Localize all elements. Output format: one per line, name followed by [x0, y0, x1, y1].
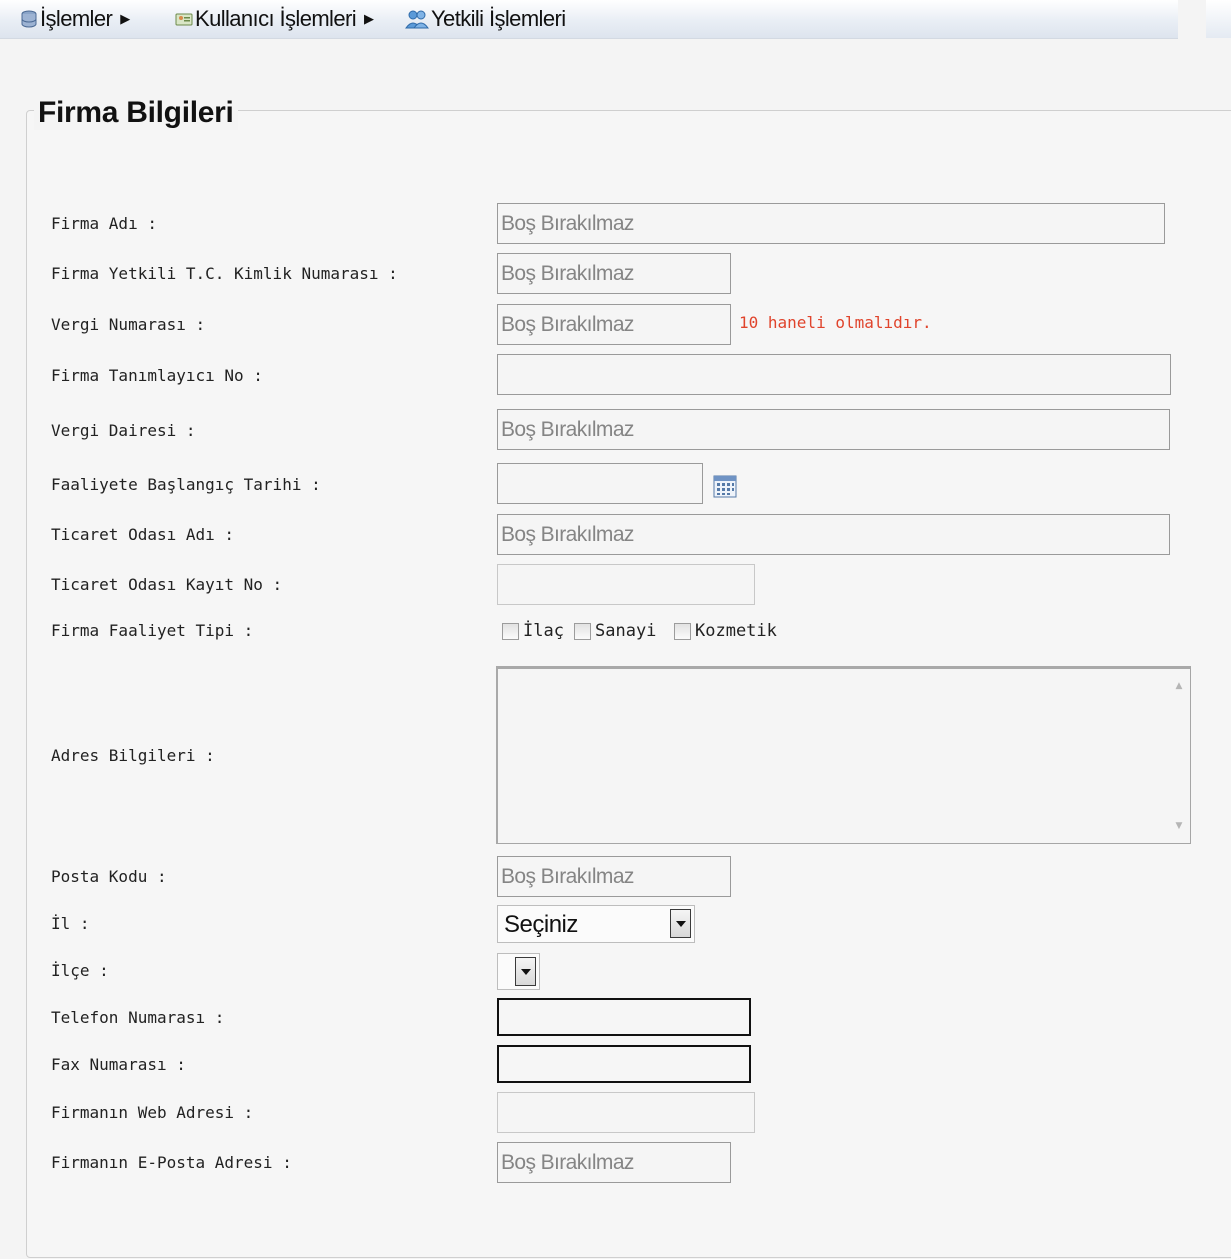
checkbox-sanayi[interactable]: Sanayi [574, 621, 656, 641]
label-firma-adi: Firma Adı : [51, 214, 157, 233]
label-ilce: İlçe : [51, 961, 109, 980]
label-posta-kodu: Posta Kodu : [51, 867, 167, 886]
users-card-icon [175, 13, 193, 26]
tc-kimlik-input[interactable] [497, 253, 731, 294]
label-ticaret-odasi: Ticaret Odası Adı : [51, 525, 235, 544]
eposta-input[interactable] [497, 1142, 731, 1183]
label-telefon: Telefon Numarası : [51, 1008, 225, 1027]
il-select[interactable]: Seçiniz [497, 905, 695, 943]
label-il: İl : [51, 914, 90, 933]
vergi-dairesi-input[interactable] [497, 409, 1170, 450]
checkbox-ilac[interactable]: İlaç [502, 621, 564, 641]
menu-item-kullanici-islemleri[interactable]: Kullanıcı İşlemleri ▶ [175, 6, 374, 32]
caret-right-icon: ▶ [364, 11, 374, 26]
label-web: Firmanın Web Adresi : [51, 1103, 254, 1122]
menu-item-label: İşlemler [40, 6, 113, 31]
label-faaliyet-tipi: Firma Faaliyet Tipi : [51, 621, 254, 640]
checkbox[interactable] [674, 622, 691, 640]
menu-item-label: Yetkili İşlemleri [431, 6, 566, 31]
oda-kayit-no-input[interactable] [497, 564, 755, 605]
posta-kodu-input[interactable] [497, 856, 731, 897]
vergi-no-input[interactable] [497, 304, 731, 345]
label-eposta: Firmanın E-Posta Adresi : [51, 1153, 292, 1172]
label-oda-kayit-no: Ticaret Odası Kayıt No : [51, 575, 283, 594]
telefon-input[interactable] [497, 998, 751, 1036]
label-tc-kimlik: Firma Yetkili T.C. Kimlik Numarası : [51, 264, 398, 283]
tanimlayici-no-input[interactable] [497, 354, 1171, 395]
ilce-select[interactable] [497, 953, 540, 990]
people-icon [405, 10, 429, 29]
checkbox-label: Sanayi [595, 621, 657, 641]
chevron-down-icon[interactable] [515, 957, 536, 986]
scroll-down-arrow-icon[interactable]: ▼ [1172, 819, 1186, 833]
label-vergi-dairesi: Vergi Dairesi : [51, 421, 196, 440]
web-adresi-input[interactable] [497, 1092, 755, 1133]
checkbox[interactable] [502, 622, 519, 640]
adres-textarea[interactable]: ▲ ▼ [496, 666, 1191, 844]
calendar-icon[interactable] [712, 473, 738, 499]
checkbox-label: İlaç [523, 621, 564, 641]
label-tanimlayici: Firma Tanımlayıcı No : [51, 366, 263, 385]
database-icon [21, 10, 37, 28]
label-baslangic-tarihi: Faaliyete Başlangıç Tarihi : [51, 475, 321, 494]
menu-bar: İşlemler ▶ Kullanıcı İşlemleri ▶ Yetkili… [0, 0, 1178, 39]
label-fax: Fax Numarası : [51, 1055, 186, 1074]
chevron-down-icon[interactable] [670, 909, 691, 938]
checkbox-label: Kozmetik [695, 621, 777, 641]
baslangic-tarihi-input[interactable] [497, 463, 703, 504]
menu-bar-right-edge [1206, 0, 1231, 38]
menu-item-yetkili-islemleri[interactable]: Yetkili İşlemleri [405, 6, 566, 32]
ticaret-odasi-input[interactable] [497, 514, 1170, 555]
scroll-up-arrow-icon[interactable]: ▲ [1172, 679, 1186, 693]
il-select-value: Seçiniz [504, 911, 578, 938]
checkbox[interactable] [574, 622, 591, 640]
label-vergi-no: Vergi Numarası : [51, 315, 206, 334]
fax-input[interactable] [497, 1045, 751, 1083]
firma-adi-input[interactable] [497, 203, 1165, 244]
menu-item-islemler[interactable]: İşlemler ▶ [20, 6, 130, 32]
caret-right-icon: ▶ [120, 11, 130, 26]
label-adres: Adres Bilgileri : [51, 746, 215, 765]
checkbox-kozmetik[interactable]: Kozmetik [674, 621, 777, 641]
vergi-no-error: 10 haneli olmalıdır. [739, 313, 932, 332]
menu-item-label: Kullanıcı İşlemleri [195, 6, 357, 31]
fieldset-legend: Firma Bilgileri [34, 96, 238, 130]
